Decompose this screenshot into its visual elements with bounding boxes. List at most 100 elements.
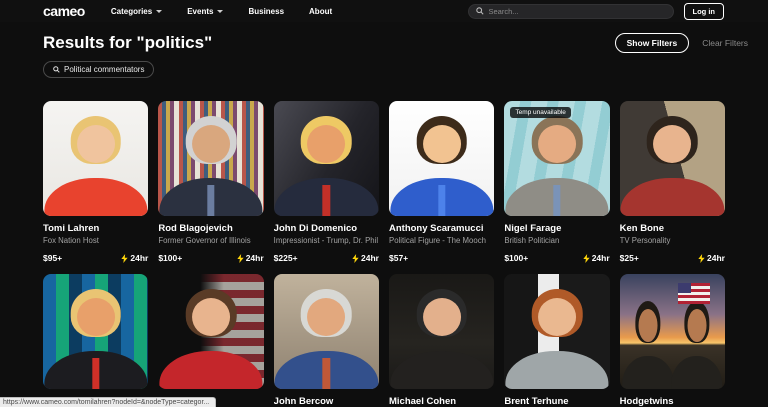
nav-item-label: Categories <box>110 6 153 16</box>
delivery-label: 24hr <box>361 253 379 263</box>
nav-item-label: About <box>309 6 333 16</box>
talent-photo <box>619 101 725 216</box>
nav-links: Categories Events Business About <box>111 7 332 16</box>
talent-name: Michael Cohen <box>389 396 457 407</box>
person-silhouette <box>620 101 725 216</box>
log-in-button[interactable]: Log in <box>683 2 724 20</box>
talent-photo <box>158 274 264 389</box>
talent-card[interactable]: Hodgetwins YouTuber - Comedian - Politic… <box>619 274 725 407</box>
browser-status-bar-url: https://www.cameo.com/tomilahren?nodeId=… <box>0 397 217 407</box>
delivery-time: 24hr <box>698 253 725 263</box>
delivery-label: 24hr <box>245 253 264 263</box>
talent-photo <box>389 101 495 216</box>
talent-card[interactable]: Rod Blagojevich Former Governor of Illin… <box>158 101 264 263</box>
search-icon <box>475 7 484 15</box>
talent-photo <box>389 274 495 389</box>
talent-card[interactable]: Ken Bone TV Personality $25+ 24hr <box>619 101 725 263</box>
talent-card[interactable]: Anthony Scaramucci Political Figure - Th… <box>389 101 495 263</box>
talent-name: Anthony Scaramucci <box>389 223 484 234</box>
person-silhouette <box>504 101 609 216</box>
talent-meta: $225+ 24hr <box>274 253 379 263</box>
person-silhouette <box>158 274 263 389</box>
nav-item-label: Events <box>187 6 214 16</box>
filter-chip-political-commentators[interactable]: Political commentators <box>43 61 155 78</box>
talent-meta: $100+ 24hr <box>504 253 609 263</box>
talent-subtitle: TV Personality <box>619 236 671 245</box>
talent-photo <box>273 274 379 389</box>
talent-price: $25+ <box>619 253 639 263</box>
cameo-logo[interactable]: cameo <box>43 3 85 19</box>
talent-meta: $95+ 24hr <box>43 253 148 263</box>
chevron-down-icon <box>156 9 163 13</box>
filter-actions: Show Filters Clear Filters <box>614 33 748 53</box>
talent-photo <box>158 101 264 216</box>
talent-subtitle: Impressionist - Trump, Dr. Phil & G... <box>273 236 379 245</box>
delivery-label: 24hr <box>707 253 725 263</box>
nav-item-categories[interactable]: Categories <box>110 6 163 16</box>
delivery-label: 24hr <box>591 253 610 263</box>
show-filters-button[interactable]: Show Filters <box>614 33 690 53</box>
top-nav-bar: cameo Categories Events Business About L… <box>0 0 768 22</box>
talent-name: John Bercow <box>273 396 334 407</box>
active-filters-row: Political commentators <box>43 60 725 78</box>
filter-chip-label: Political commentators <box>64 65 145 74</box>
talent-name: Ken Bone <box>619 223 664 234</box>
results-header: Results for "politics" Show Filters Clea… <box>43 33 748 53</box>
delivery-time: 24hr <box>352 253 379 263</box>
talent-card[interactable]: Sarah Palin Former Governor of Alaska <box>158 274 264 407</box>
talent-name: Hodgetwins <box>619 396 674 407</box>
person-silhouette <box>389 101 494 216</box>
nav-item-about[interactable]: About <box>309 7 332 16</box>
talent-price: $95+ <box>43 253 63 263</box>
delivery-time: 24hr <box>583 253 610 263</box>
talent-card[interactable]: Temp unavailable Nigel Farage British Po… <box>504 101 610 263</box>
lightning-bolt-icon <box>583 253 590 263</box>
talent-subtitle: Former Governor of Illinois <box>158 236 251 245</box>
talent-card[interactable]: Tomi Lahren Fox Nation Host $95+ 24hr <box>43 101 149 263</box>
talent-subtitle: British Politician <box>504 236 560 245</box>
talent-photo: Temp unavailable <box>504 101 610 216</box>
search-bar[interactable] <box>467 3 674 19</box>
talent-photo <box>43 274 149 389</box>
nav-item-business[interactable]: Business <box>248 7 284 16</box>
talent-meta: $25+ 24hr <box>620 253 725 263</box>
talent-card[interactable]: Brent Terhune Comedian <box>504 274 610 407</box>
talent-card[interactable]: John Bercow Former Speaker of the House … <box>273 274 379 407</box>
talent-photo <box>43 101 149 216</box>
talent-price: $100+ <box>158 253 183 263</box>
lightning-bolt-icon <box>237 253 244 263</box>
nav-item-events[interactable]: Events <box>187 6 224 16</box>
delivery-time: 24hr <box>237 253 264 263</box>
talent-subtitle: Fox Nation Host <box>43 236 99 245</box>
person-silhouette <box>274 274 379 389</box>
talent-name: Brent Terhune <box>504 396 569 407</box>
search-icon <box>53 66 60 73</box>
talent-photo <box>273 101 379 216</box>
clear-filters-button[interactable]: Clear Filters <box>702 38 748 48</box>
lightning-bolt-icon <box>698 253 705 263</box>
lightning-bolt-icon <box>352 253 359 263</box>
talent-name: John Di Domenico <box>273 223 358 234</box>
talent-price: $57+ <box>389 253 409 263</box>
talent-meta: $100+ 24hr <box>158 253 263 263</box>
us-flag <box>678 283 710 304</box>
chevron-down-icon <box>217 9 224 13</box>
nav-item-label: Business <box>248 6 285 16</box>
results-grid: Tomi Lahren Fox Nation Host $95+ 24hr Ro… <box>43 101 725 407</box>
lightning-bolt-icon <box>121 253 129 263</box>
talent-card[interactable]: John Di Domenico Impressionist - Trump, … <box>273 101 379 263</box>
person-silhouette <box>622 288 675 389</box>
person-silhouette <box>158 101 263 216</box>
talent-name: Tomi Lahren <box>43 223 100 234</box>
person-silhouette <box>389 274 494 389</box>
person-silhouette <box>504 274 609 389</box>
page-title: Results for "politics" <box>43 33 213 52</box>
talent-card[interactable]: Phillip Wilburn Trump Impre... Donald Tr… <box>43 274 149 407</box>
person-silhouette <box>274 101 379 216</box>
talent-price: $100+ <box>504 253 529 263</box>
availability-badge: Temp unavailable <box>510 107 571 118</box>
talent-card[interactable]: Michael Cohen Former Attorney & Author -… <box>389 274 495 407</box>
talent-photo <box>619 274 725 389</box>
search-input[interactable] <box>488 6 666 16</box>
person-silhouette <box>43 101 148 216</box>
